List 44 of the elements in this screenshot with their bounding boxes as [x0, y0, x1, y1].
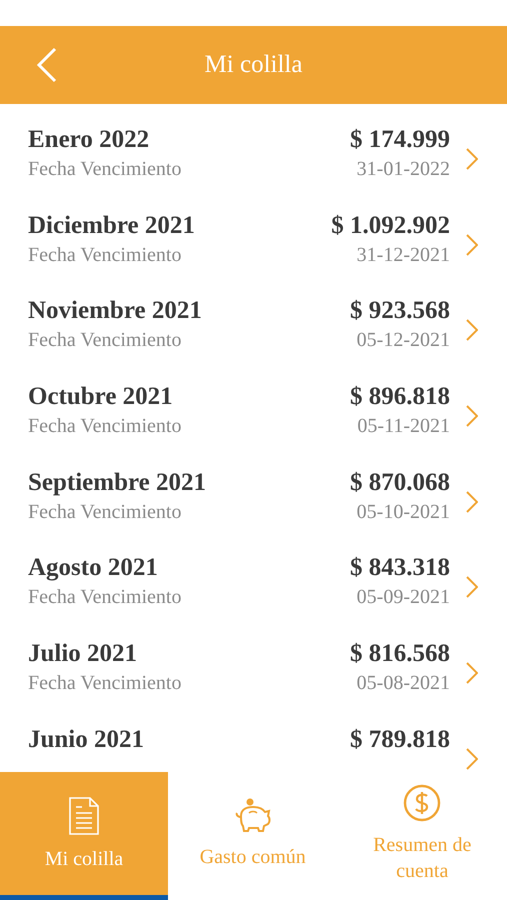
amount: $ 843.318 — [350, 553, 450, 584]
month-label: Agosto 2021 — [28, 553, 158, 584]
amount: $ 923.568 — [350, 296, 450, 326]
amount: $ 870.068 — [350, 468, 450, 498]
due-date: 05-08-2021 — [356, 671, 450, 696]
month-label: Enero 2022 — [28, 125, 150, 155]
dollar-coin-icon — [403, 784, 442, 822]
page-title: Mi colilla — [204, 51, 302, 79]
due-date-label: Fecha Vencimiento — [28, 157, 182, 182]
due-date: 31-12-2021 — [356, 242, 450, 268]
piggy-bank-icon — [232, 798, 273, 834]
chevron-right-icon[interactable] — [466, 405, 478, 428]
due-date: 05-09-2021 — [356, 585, 450, 610]
amount: $ 789.818 — [350, 724, 450, 755]
amount: $ 174.999 — [350, 125, 450, 155]
due-date-label: Fecha Vencimiento — [28, 242, 182, 268]
due-date: 31-01-2022 — [356, 157, 450, 182]
document-icon — [68, 796, 100, 836]
due-date-label: Fecha Vencimiento — [28, 585, 182, 610]
due-date: 05-11-2021 — [357, 414, 450, 440]
due-date-label: Fecha Vencimiento — [28, 328, 182, 354]
back-icon[interactable] — [36, 47, 58, 83]
month-label: Septiembre 2021 — [28, 468, 206, 498]
due-date-label: Fecha Vencimiento — [28, 671, 182, 696]
tab[interactable]: Mi colilla — [0, 772, 168, 900]
chevron-right-icon[interactable] — [466, 662, 478, 684]
due-date: 05-12-2021 — [356, 328, 450, 354]
due-date: 05-10-2021 — [356, 500, 450, 525]
month-label: Noviembre 2021 — [28, 296, 202, 326]
due-date-label: Fecha Vencimiento — [28, 500, 182, 525]
amount: $ 896.818 — [350, 382, 450, 412]
due-date-label: Fecha Vencimiento — [28, 414, 182, 440]
chevron-right-icon[interactable] — [466, 148, 478, 170]
chevron-right-icon[interactable] — [466, 319, 478, 342]
month-label: Junio 2021 — [28, 724, 144, 755]
amount: $ 816.568 — [350, 639, 450, 670]
month-label: Julio 2021 — [28, 639, 138, 670]
month-label: Diciembre 2021 — [28, 210, 195, 241]
chevron-right-icon[interactable] — [466, 748, 478, 770]
chevron-right-icon[interactable] — [466, 576, 478, 598]
month-label: Octubre 2021 — [28, 382, 173, 412]
amount: $ 1.092.902 — [331, 210, 450, 241]
chevron-right-icon[interactable] — [466, 234, 478, 256]
chevron-right-icon[interactable] — [466, 490, 478, 513]
